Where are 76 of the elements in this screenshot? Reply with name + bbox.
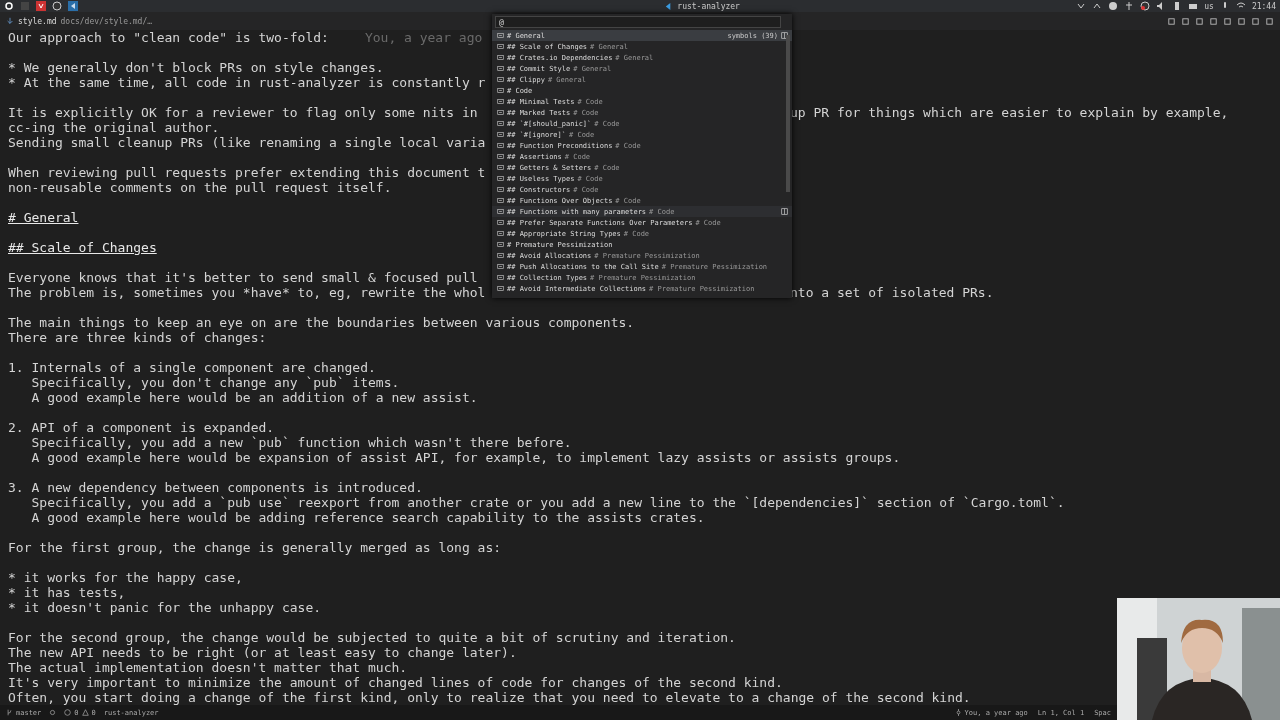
symbol-icon [497, 76, 504, 83]
text-line: Our approach to "clean code" is two-fold: [8, 30, 329, 45]
chevron-down-icon[interactable] [1076, 1, 1087, 11]
text-line: Sending small cleanup PRs (like renaming a single local varia [8, 135, 486, 150]
text-line: non-reusable comments on the pull request itself. [8, 180, 392, 195]
text-line: It is explicitly OK for a reviewer to flag only some nits in [8, 105, 478, 120]
breadcrumb-path[interactable]: docs/dev/style.md/… [60, 16, 153, 26]
symbol-icon [497, 43, 504, 50]
text-line: 3. A new dependency between components is introduced. [8, 480, 423, 495]
text-line: The main things to keep an eye on are the boundaries between various components. [8, 315, 635, 330]
text-line: * it works for the happy case, [8, 570, 243, 585]
markdown-file-icon [6, 17, 14, 25]
editor-icon[interactable] [68, 1, 78, 11]
text-line: Specifically, you don't change any `pub` items. [30, 375, 400, 390]
symbol-icon [497, 87, 504, 94]
window-title: rust-analyzer [677, 1, 740, 11]
text-line: It's very important to minimize the amount of changed lines of code for changes of the second kind. [8, 675, 783, 690]
keyboard-layout[interactable]: us [1204, 1, 1214, 11]
symbol-icon [497, 186, 504, 193]
text-line: * it has tests, [8, 585, 126, 600]
symbol-icon [497, 252, 504, 259]
text-line: 1. Internals of a single component are changed. [8, 360, 376, 375]
blame-annotation: You, a year ago [364, 30, 483, 45]
symbol-icon [497, 197, 504, 204]
keyboard-icon[interactable] [1188, 1, 1199, 11]
warning-icon [81, 709, 89, 716]
symbol-icon [497, 131, 504, 138]
symbol-icon [497, 98, 504, 105]
text-line: 2. API of a component is expanded. [8, 420, 275, 435]
chevron-up-icon[interactable] [1092, 1, 1103, 11]
symbol-icon [497, 285, 504, 292]
text-line: For the second group, the change would be subjected to quite a bit of scrutiny and iteration. [8, 630, 736, 645]
symbol-icon [497, 32, 504, 39]
text-line: Often, you start doing a change of the first kind, only to realize that you need to elevate to a change of the second kind. [8, 690, 971, 705]
text-line: cc-ing the original author. [8, 120, 220, 135]
text-line: A good example here would be expansion of assist API, for example, to implement lazy assists or assists groups. [30, 450, 901, 465]
scrollbar[interactable] [786, 35, 790, 192]
symbol-icon [497, 175, 504, 182]
text-line: * At the same time, all code in rust-analyzer is constantly r [8, 75, 486, 90]
record-icon[interactable] [1140, 1, 1151, 11]
editor-tab[interactable]: style.md docs/dev/style.md/… [6, 16, 153, 26]
text-line: * it doesn't panic for the unhappy case. [8, 600, 322, 615]
symbol-icon [497, 65, 504, 72]
text-line: For the first group, the change is generally merged as long as: [8, 540, 502, 555]
text-line: Specifically, you add a `pub use` reexport from another crate or you add a new line to the `[dependencies]` section of `Cargo.toml`. [30, 495, 1065, 510]
symbol-icon [497, 219, 504, 226]
text-line: Specifically, you add a new `pub` function which wasn't there before. [30, 435, 572, 450]
text-line: A good example here would be an addition of a new assist. [30, 390, 478, 405]
browser-icon[interactable] [36, 1, 46, 11]
text-line: * We generally don't block PRs on style changes. [8, 60, 384, 75]
clock: 21:44 [1251, 1, 1276, 11]
symbol-icon [497, 241, 504, 248]
record-icon[interactable] [52, 1, 62, 11]
symbol-icon [497, 142, 504, 149]
symbol-icon [497, 54, 504, 61]
text-line: The new API needs to be right (or at least easy to change later). [8, 645, 517, 660]
markdown-heading: ## Scale of Changes [8, 240, 157, 255]
symbol-icon [497, 230, 504, 237]
search-field[interactable]: @ [495, 16, 781, 28]
text-line: A good example here would be adding reference search capability to the assists crates. [30, 510, 705, 525]
symbol-icon [497, 274, 504, 281]
symbol-icon [497, 120, 504, 127]
branch-icon [6, 709, 13, 716]
text-line: When reviewing pull requests prefer extending this document t [8, 165, 486, 180]
symbol-icon [497, 153, 504, 160]
symbol-icon [497, 263, 504, 270]
text-line: Everyone knows that it's better to send small & focused pull [8, 270, 478, 285]
text-line: There are three kinds of changes: [8, 330, 267, 345]
text-line: The actual implementation doesn't matter that much. [8, 660, 408, 675]
app-launcher-icon[interactable] [4, 1, 14, 11]
tab-label: style.md [18, 16, 57, 26]
symbol-icon [497, 109, 504, 116]
text-line: The problem is, sometimes you *have* to, eg, rewrite the whol [8, 285, 486, 300]
symbol-icon [497, 208, 504, 215]
markdown-heading: # General [8, 210, 79, 225]
symbol-icon [497, 164, 504, 171]
